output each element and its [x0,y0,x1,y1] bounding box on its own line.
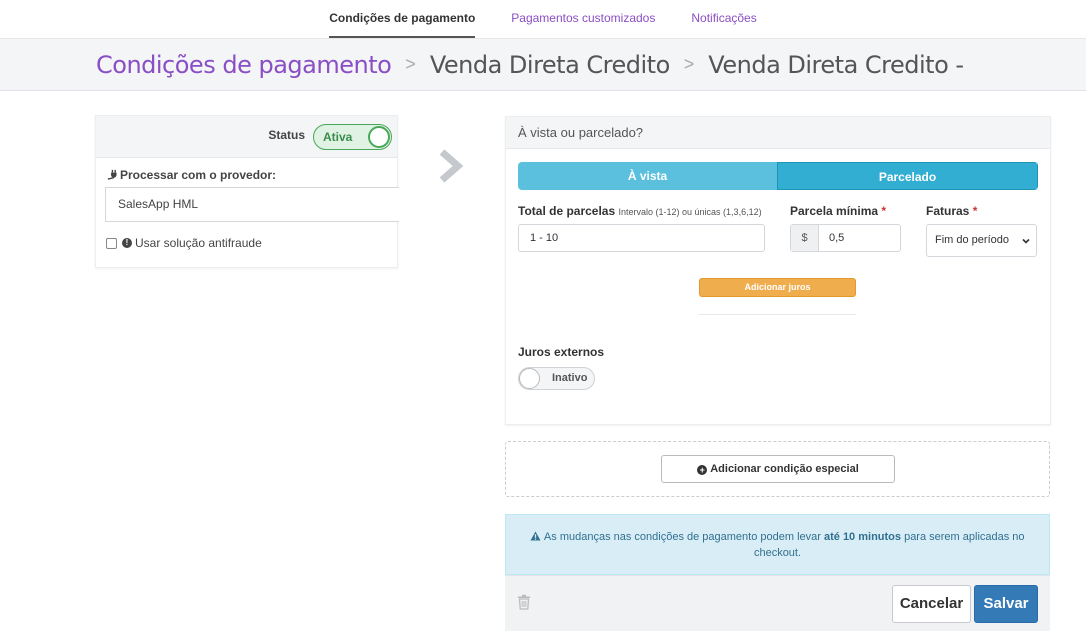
divider [699,314,856,315]
cancel-button[interactable]: Cancelar [892,585,971,623]
min-installment-value: 0,5 [829,232,845,244]
chevron-down-icon [1022,238,1030,244]
option-a-vista[interactable]: À vista [518,162,777,190]
antifraud-label: Usar solução antifraude [135,236,262,250]
warning-icon [530,531,541,541]
toggle-knob [519,368,540,389]
external-interest-label: Juros externos [518,345,605,359]
add-special-condition-label: Adicionar condição especial [710,463,859,475]
provider-panel-header: Status Ativa [96,116,397,158]
toggle-knob [368,126,390,148]
external-interest-toggle[interactable]: Inativo [518,367,595,390]
provider-panel: Status Ativa Processar com o provedor: S… [95,115,399,268]
external-interest-toggle-label: Inativo [552,372,588,384]
alert-text-bold: até 10 minutos [823,531,902,543]
invoices-label: Faturas * [926,204,977,218]
installments-hint: Intervalo (1-12) ou únicas (1,3,6,12) [618,207,762,217]
breadcrumb-separator: > [405,54,416,74]
special-condition-area: + Adicionar condição especial [505,441,1050,497]
payment-panel-header: À vista ou parcelado? [506,117,1050,149]
antifraud-checkbox[interactable] [106,237,117,249]
info-icon: ! [122,238,132,248]
installments-label-text: Total de parcelas [518,204,616,218]
trash-icon[interactable] [517,594,531,610]
required-mark: * [881,204,887,218]
invoices-value: Fim do período [935,234,1009,246]
provider-label: Processar com o provedor: [106,168,276,182]
breadcrumb-item-condicoes[interactable]: Condições de pagamento [96,51,392,79]
status-label: Status [268,128,305,142]
info-alert: As mudanças nas condições de pagamento p… [505,514,1050,575]
min-installment-label: Parcela mínima * [790,204,886,218]
alert-text-start: As mudanças nas condições de pagamento p… [543,531,824,543]
required-mark: * [972,204,978,218]
breadcrumb-separator: > [683,54,695,74]
add-interest-button[interactable]: Adicionar juros [699,278,856,297]
tab-condicoes-pagamento[interactable]: Condições de pagamento [329,0,476,38]
top-nav: Condições de pagamento Pagamentos custom… [0,0,1086,38]
breadcrumb: Condições de pagamento > Venda Direta Cr… [0,38,1086,91]
plus-circle-icon: + [697,465,708,475]
chevron-right-icon [439,149,464,183]
installments-label: Total de parcelas Intervalo (1-12) ou ún… [518,204,762,218]
form-footer: Cancelar Salvar [505,575,1050,631]
status-toggle[interactable]: Ativa [313,124,392,150]
payment-condition-panel: À vista ou parcelado? À vista Parcelado … [505,116,1051,425]
breadcrumb-item-current: Venda Direta Credito - [708,50,964,79]
invoices-select[interactable]: Fim do período [926,224,1037,257]
currency-addon: $ [791,225,819,251]
save-button[interactable]: Salvar [974,585,1038,623]
antifraud-option: ! Usar solução antifraude [106,236,262,250]
invoices-label-text: Faturas [926,204,970,218]
min-installment-input[interactable]: $ 0,5 [790,224,901,252]
min-installment-label-text: Parcela mínima [790,204,879,218]
status-toggle-label: Ativa [323,130,353,144]
breadcrumb-item-venda-direta: Venda Direta Credito [429,50,670,79]
option-parcelado[interactable]: Parcelado [777,162,1038,190]
plug-icon [107,169,117,180]
installments-input[interactable]: 1 - 10 [518,224,765,252]
tab-notificacoes[interactable]: Notificações [691,0,756,38]
provider-label-text: Processar com o provedor: [120,168,277,182]
tab-pagamentos-customizados[interactable]: Pagamentos customizados [511,0,655,38]
payment-type-switch: À vista Parcelado [518,162,1038,190]
provider-select[interactable]: SalesApp HML [105,187,399,222]
add-special-condition-button[interactable]: + Adicionar condição especial [661,455,895,483]
